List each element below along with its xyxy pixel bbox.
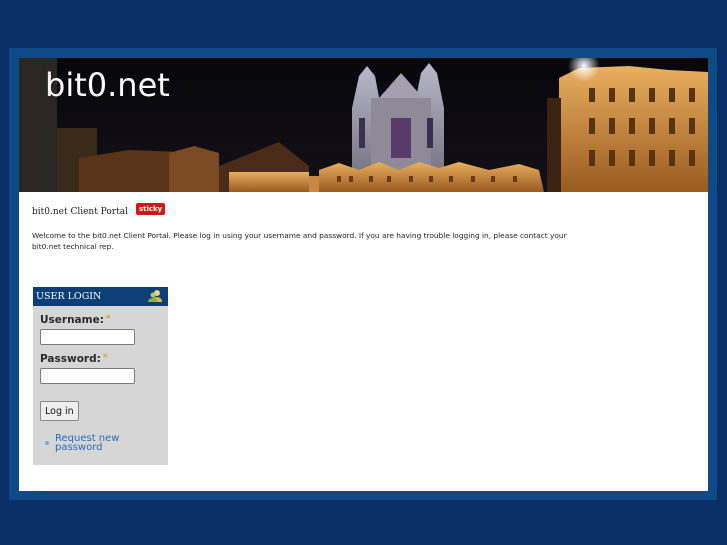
request-new-password-link[interactable]: Request new password xyxy=(55,434,135,453)
sticky-badge: sticky xyxy=(135,203,166,215)
login-button[interactable]: Log in xyxy=(40,401,79,421)
username-input[interactable] xyxy=(40,329,135,345)
password-label: Password: * xyxy=(40,353,108,365)
user-login-block: USER LOGIN Username: * Password: * Log in … xyxy=(33,287,168,465)
page-content: bit0.net bit0.net Client Portal sticky W… xyxy=(19,58,708,491)
password-input[interactable] xyxy=(40,368,135,384)
request-password-item: Request new password xyxy=(45,434,135,453)
intro-text: Welcome to the bit0.net Client Portal. P… xyxy=(32,231,567,251)
users-icon xyxy=(148,289,162,310)
login-block-header: USER LOGIN xyxy=(33,287,168,306)
site-name[interactable]: bit0.net xyxy=(45,66,170,104)
site-header: bit0.net xyxy=(19,58,708,192)
bullet-icon xyxy=(45,441,49,445)
node-title[interactable]: bit0.net Client Portal xyxy=(32,207,128,217)
login-block-title: USER LOGIN xyxy=(36,291,102,302)
node-title-row: bit0.net Client Portal sticky xyxy=(32,203,166,218)
username-label: Username: * xyxy=(40,314,111,326)
